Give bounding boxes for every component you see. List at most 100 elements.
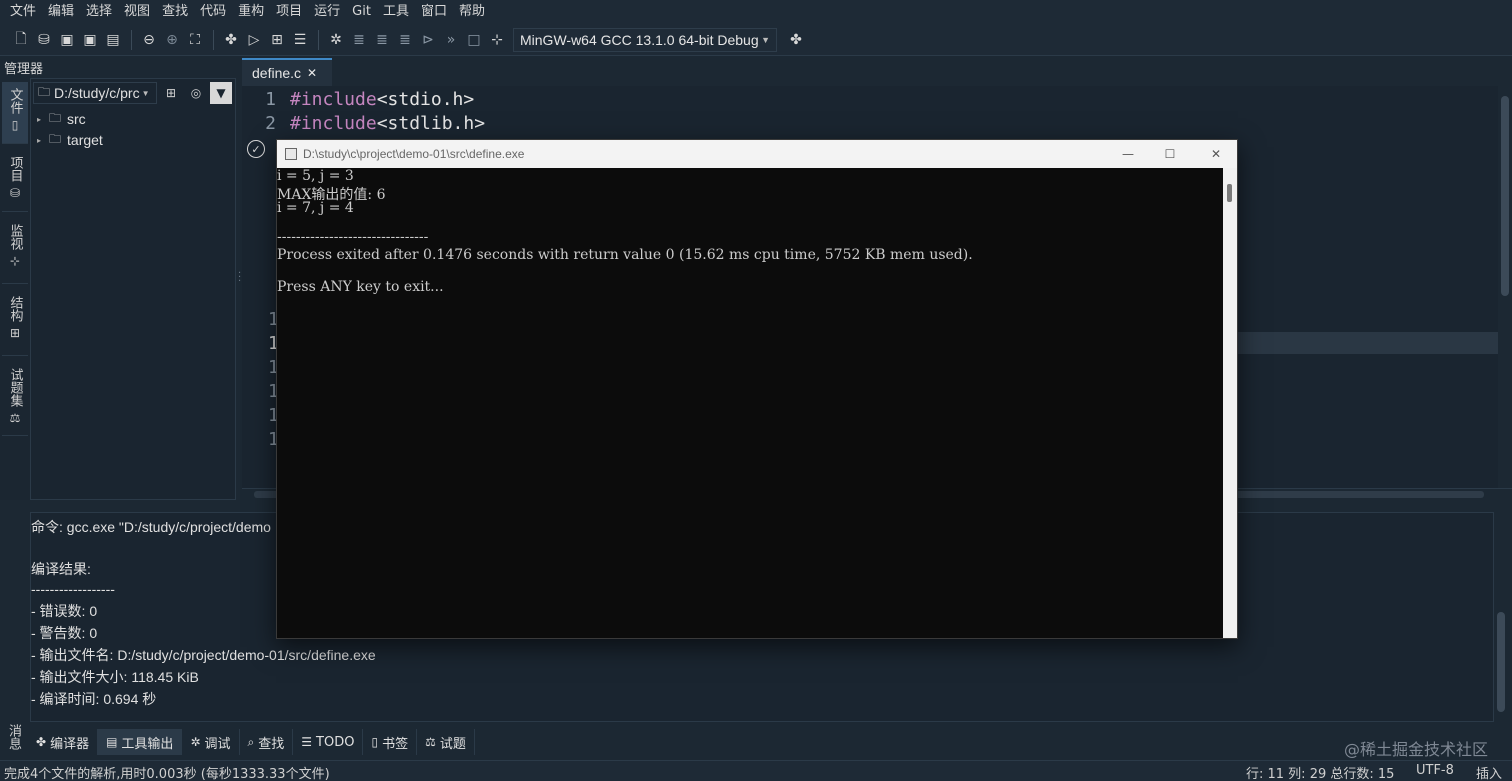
output-line: - 错误数: 0 [31,603,98,619]
tab-todo[interactable]: ☰ TODO [293,729,364,755]
toolbar-separator [131,29,132,50]
include-target: <stdlib.h> [376,112,486,134]
console-title-bar[interactable]: D:\study\c\project\demo-01\src\define.ex… [277,140,1237,168]
new-file-icon[interactable]: 🗋 [10,29,32,51]
menu-run[interactable]: 运行 [308,0,346,24]
run-to-cursor-icon[interactable]: ⊳ [417,29,439,51]
tool-output-icon: ▤ [106,735,118,749]
menu-code[interactable]: 代码 [194,0,232,24]
watermark: @稀土掘金技术社区 [1343,740,1488,759]
vtab-watch[interactable]: 监视 ⊹ [2,218,28,284]
save-icon[interactable]: ▣ [56,29,78,51]
menu-project[interactable]: 项目 [270,0,308,24]
compiler-options-icon[interactable]: ✤ [785,29,807,51]
panel-title: 管理器 [4,62,44,77]
menu-git[interactable]: Git [346,0,377,24]
panel-splitter[interactable]: · · · [238,269,241,287]
minimize-icon[interactable]: — [1105,140,1151,168]
vtab-files[interactable]: 文件 ▯ [2,82,28,144]
menu-edit[interactable]: 编辑 [42,0,80,24]
step-out-icon[interactable]: ≣ [394,29,416,51]
tab-tool-output[interactable]: ▤ 工具输出 [98,729,183,755]
vtab-project[interactable]: 项目 ⛁ [2,150,28,212]
scrollbar-thumb[interactable] [1227,184,1232,202]
line-number: 2 [265,112,276,134]
current-line-highlight [1238,332,1498,354]
save-all-icon[interactable]: ▤ [102,29,124,51]
output-line: 命令: gcc.exe "D:/study/c/project/demo [31,519,271,535]
scrollbar-thumb[interactable] [1501,96,1509,296]
menu-refactor[interactable]: 重构 [232,0,270,24]
expand-arrow-icon[interactable]: ▸ [37,136,49,145]
tab-compiler[interactable]: ✤ 编译器 [28,729,99,755]
tree-item-target[interactable]: ▸ 🗀 target [37,130,103,150]
output-line: 编译结果: [31,561,91,577]
options-icon[interactable]: ☰ [289,29,311,51]
open-file-icon[interactable]: ⛁ [33,29,55,51]
compile-run-icon[interactable]: ⊞ [266,29,288,51]
menu-select[interactable]: 选择 [80,0,118,24]
scrollbar-thumb[interactable] [1497,612,1505,712]
console-line: -------------------------------- [277,229,429,245]
console-line: Press ANY key to exit... [277,279,444,295]
add-watch-icon[interactable]: ⊹ [486,29,508,51]
folder-icon: 🗀 [38,84,51,99]
menu-search[interactable]: 查找 [156,0,194,24]
step-icon[interactable]: ≣ [348,29,370,51]
close-icon[interactable]: ✕ [307,66,317,80]
menu-view[interactable]: 视图 [118,0,156,24]
back-icon[interactable]: ⊖ [138,29,160,51]
debug-icon[interactable]: ✲ [325,29,347,51]
tab-search[interactable]: ⌕ 查找 [240,729,294,755]
close-icon[interactable]: ✕ [1193,140,1239,168]
compiler-select[interactable]: MinGW-w64 GCC 13.1.0 64-bit Debug ▼ [513,27,777,52]
tree-item-src[interactable]: ▸ 🗀 src [37,109,86,129]
expand-arrow-icon[interactable]: ▸ [37,115,49,124]
tab-label: 书签 [382,736,409,752]
tab-debug[interactable]: ✲ 调试 [182,729,240,755]
compile-icon[interactable]: ✤ [220,29,242,51]
console-vertical-scrollbar[interactable] [1223,168,1237,638]
tab-bookmarks[interactable]: ▯ 书签 [363,729,418,755]
tab-define-c[interactable]: define.c ✕ [242,58,332,86]
continue-icon[interactable]: » [440,29,462,51]
locate-file-icon[interactable]: ◎ [185,82,207,104]
project-icon: ⛁ [9,186,21,200]
menu-file[interactable]: 文件 [4,0,42,24]
forward-icon[interactable]: ⊕ [161,29,183,51]
compiler-select-value: MinGW-w64 GCC 13.1.0 64-bit Debug [520,31,759,48]
vtab-structure[interactable]: 结构 ⊞ [2,290,28,356]
menu-help[interactable]: 帮助 [453,0,491,24]
console-output[interactable]: i = 5, j = 3 MAX输出的值: 6 i = 7, j = 4 ---… [277,168,1223,638]
menu-tools[interactable]: 工具 [377,0,415,24]
toolbar-separator [318,29,319,50]
step-into-icon[interactable]: ≣ [371,29,393,51]
code-line[interactable]: 2 #include <stdlib.h> [242,111,485,135]
folder-icon: 🗀 [49,131,62,146]
bookmark-icon: ▯ [371,735,379,749]
maximize-icon[interactable]: ☐ [1147,140,1193,168]
output-vertical-scrollbar[interactable] [1494,512,1508,722]
filter-icon[interactable]: ▼ [210,82,232,104]
file-encoding[interactable]: UTF-8 [1416,763,1454,778]
tree-item-label: target [67,132,103,148]
vtab-files-label: 文件 [7,88,23,114]
output-line: - 编译时间: 0.694 秒 [31,691,157,707]
console-title: D:\study\c\project\demo-01\src\define.ex… [303,147,525,161]
stop-icon[interactable]: □ [463,29,485,51]
chevron-down-icon: ▼ [141,88,150,98]
vtab-problem-set[interactable]: 试题集 ⚖ [2,362,28,436]
insert-mode[interactable]: 插入 [1476,763,1502,781]
console-window[interactable]: D:\study\c\project\demo-01\src\define.ex… [276,139,1238,639]
menu-window[interactable]: 窗口 [415,0,453,24]
save-as-icon[interactable]: ▣ [79,29,101,51]
run-icon[interactable]: ▷ [243,29,265,51]
new-folder-icon[interactable]: ⊞ [160,82,182,104]
tab-problem[interactable]: ⚖ 试题 [417,729,475,755]
folder-icon: 🗀 [49,110,62,125]
locate-icon[interactable]: ⛶ [184,29,206,51]
code-line[interactable]: 1 #include <stdio.h> [242,87,474,111]
path-select[interactable]: 🗀 D:/study/c/prc ▼ [33,82,157,104]
messages-side-label[interactable]: 消息 [4,724,23,750]
editor-vertical-scrollbar[interactable] [1498,86,1512,488]
